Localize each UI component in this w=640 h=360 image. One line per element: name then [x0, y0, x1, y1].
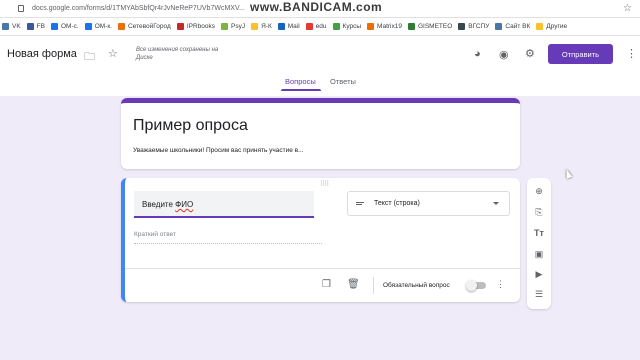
form-title-card[interactable]: Пример опроса Уважаемые школьники! Проси… [121, 98, 520, 169]
add-image-icon[interactable]: ▣ [527, 249, 551, 260]
import-questions-icon[interactable]: ⎘ [527, 207, 551, 218]
bookmark-favicon-icon [367, 23, 375, 30]
question-card[interactable]: ⠿⠿ Введите ФИО Текст (строка) Краткий от… [121, 178, 520, 302]
more-options-icon[interactable]: ⋮ [626, 47, 637, 60]
bookmark-favicon-icon [2, 23, 9, 30]
add-title-icon[interactable]: Tт [527, 228, 551, 238]
bookmark-item[interactable]: PsyJ [221, 23, 245, 30]
bookmark-label: Matrix19 [377, 23, 402, 30]
palette-icon[interactable]: ◕ [474, 48, 481, 60]
bookmark-label: Курсы [342, 23, 362, 30]
bookmark-item[interactable]: IPRbooks [176, 23, 215, 30]
bookmark-item[interactable]: Matrix19 [367, 23, 402, 30]
bandicam-watermark: www.BANDICAM.com [250, 0, 383, 14]
card-divider [125, 268, 520, 269]
tab-questions[interactable]: Вопросы [285, 77, 316, 86]
add-video-icon[interactable]: ▶ [527, 269, 551, 280]
bookmark-label: Mail [287, 23, 300, 30]
bookmark-label: VK [12, 23, 21, 30]
form-description[interactable]: Уважаемые школьники! Просим вас принять … [133, 147, 304, 154]
bookmark-label: Сайт ВК [505, 23, 531, 30]
bookmarks-bar: VK FB OM-c. OM-к. СетевойГород IPRbooks PsyJ Я-… [0, 18, 640, 36]
form-title[interactable]: Пример опроса [133, 117, 248, 135]
bookmark-item[interactable]: edu [305, 23, 327, 30]
bookmark-item[interactable]: Mail [277, 23, 300, 30]
url-text[interactable]: docs.google.com/forms/d/1TMYAbSbfQr4rJvN… [32, 5, 245, 12]
bookmark-item[interactable]: OM-к. [84, 23, 112, 30]
bookmark-favicon-icon [495, 23, 503, 30]
bookmark-favicon-icon [26, 23, 34, 30]
bookmark-item[interactable]: OM-c. [50, 23, 79, 30]
bookmark-item[interactable]: ВГСПУ [458, 23, 489, 30]
question-title-input[interactable]: Введите ФИО [134, 191, 314, 218]
question-title-text: Введите [142, 200, 176, 209]
bookmark-item[interactable]: FB [26, 23, 45, 30]
active-tab-indicator [281, 89, 321, 91]
question-type-dropdown[interactable]: Текст (строка) [347, 191, 510, 216]
mouse-cursor [563, 168, 573, 179]
tab-responses[interactable]: Ответы [330, 77, 356, 86]
bookmark-item[interactable]: СетевойГород [117, 23, 171, 30]
add-section-icon[interactable]: ☰ [527, 289, 551, 300]
bookmark-label: PsyJ [231, 23, 246, 30]
toggle-knob [466, 280, 477, 291]
bookmark-favicon-icon [332, 23, 340, 30]
bookmark-star-icon[interactable]: ☆ [623, 3, 632, 14]
short-text-icon [356, 200, 364, 207]
bookmark-label: Другие [546, 23, 568, 30]
bookmark-item[interactable]: Я-К [251, 23, 272, 30]
bookmark-label: OM-к. [94, 23, 112, 30]
star-icon[interactable]: ☆ [108, 47, 118, 60]
drag-handle-icon[interactable]: ⠿⠿ [320, 180, 329, 188]
bookmark-favicon-icon [176, 23, 184, 30]
delete-trash-icon[interactable]: 🗑 [347, 279, 360, 290]
chevron-down-icon [493, 202, 499, 205]
bookmark-favicon-icon [251, 23, 259, 30]
settings-gear-icon[interactable]: ⚙ [525, 47, 535, 60]
bookmark-label: IPRbooks [186, 23, 215, 30]
bookmark-label: ВГСПУ [468, 23, 490, 30]
bookmark-item[interactable]: Курсы [332, 23, 362, 30]
bookmark-favicon-icon [458, 23, 466, 30]
bookmark-favicon-icon [536, 23, 544, 30]
preview-eye-icon[interactable]: ◉ [499, 48, 509, 61]
bookmark-item[interactable]: Сайт ВК [495, 23, 530, 30]
short-answer-placeholder: Краткий ответ [134, 231, 322, 244]
bookmark-label: GISMETEO [417, 23, 453, 30]
bookmark-favicon-icon [305, 23, 313, 30]
form-header [0, 36, 640, 96]
bookmark-label: OM-c. [60, 23, 79, 30]
bookmark-favicon-icon [117, 23, 125, 30]
bookmark-favicon-icon [221, 23, 228, 30]
bookmark-favicon-icon [407, 23, 415, 30]
bookmark-label: СетевойГород [127, 23, 171, 30]
send-button[interactable]: Отправить [548, 44, 613, 64]
question-more-icon[interactable]: ⋮ [496, 279, 505, 290]
bookmark-label: Я-К [261, 23, 272, 30]
required-toggle[interactable] [466, 280, 486, 291]
bookmark-favicon-icon [84, 23, 92, 30]
bookmark-item[interactable]: VK [2, 23, 21, 30]
save-status: Все изменения сохранены на Диске [136, 47, 219, 61]
form-name[interactable]: Новая форма [7, 48, 77, 60]
bookmark-label: edu [315, 23, 327, 30]
folder-icon[interactable]: 🗀 [84, 48, 95, 67]
question-title-misspelled: ФИО [175, 200, 194, 209]
required-label: Обязательный вопрос [383, 282, 450, 289]
footer-separator [373, 277, 374, 294]
bookmark-favicon-icon [277, 23, 285, 30]
floating-toolbar: ⊕ ⎘ Tт ▣ ▶ ☰ [527, 178, 551, 309]
lock-icon [18, 5, 24, 12]
bookmark-item[interactable]: Другие [536, 23, 567, 30]
question-type-label: Текст (строка) [374, 200, 420, 207]
duplicate-icon[interactable]: ❐ [322, 279, 331, 290]
bookmark-favicon-icon [50, 23, 58, 30]
add-question-icon[interactable]: ⊕ [527, 186, 551, 197]
bookmark-label: FB [36, 23, 45, 30]
bookmark-item[interactable]: GISMETEO [407, 23, 453, 30]
